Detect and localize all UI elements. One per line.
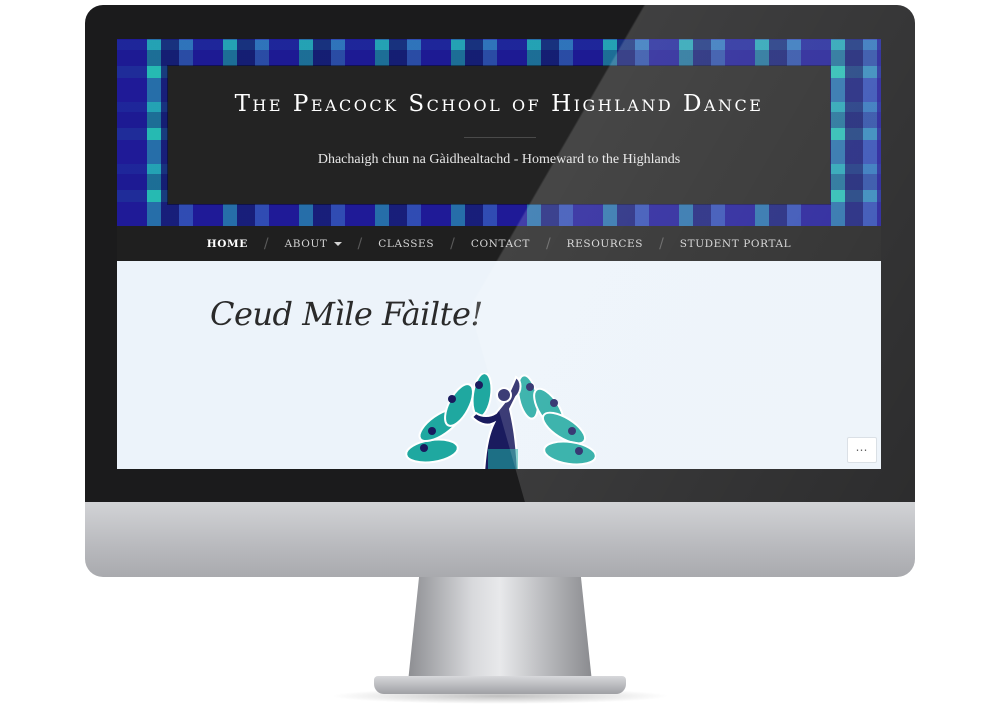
nav-item-about[interactable]: About [285, 238, 342, 250]
nav-item-contact[interactable]: Contact [471, 238, 530, 250]
site-tagline: Dhachaigh chun na Gàidhealtachd - Homewa… [317, 152, 681, 167]
nav-label-classes: Classes [378, 237, 435, 250]
peacock-dancer-logo-icon [405, 373, 596, 469]
title-panel: The Peacock School of Highland Dance Dha… [168, 66, 830, 204]
nav-item-resources[interactable]: Resources [567, 238, 643, 250]
monitor-stand-neck [408, 577, 592, 682]
ellipsis-icon: ⋯ [855, 443, 869, 457]
nav-label-contact: Contact [470, 237, 530, 250]
more-options-button[interactable]: ⋯ [847, 437, 877, 463]
nav-label-resources: Resources [566, 237, 644, 250]
main-navigation: Home / About / Classes / Contact / Resou… [117, 226, 881, 261]
nav-label-about: About [284, 237, 328, 250]
title-divider [464, 137, 536, 138]
nav-item-home[interactable]: Home [207, 238, 248, 250]
nav-separator: / [263, 235, 269, 252]
nav-separator: / [357, 235, 363, 252]
nav-label-home: Home [206, 237, 248, 250]
nav-item-student-portal[interactable]: Student Portal [680, 238, 791, 250]
nav-separator: / [659, 235, 664, 252]
nav-label-student-portal: Student Portal [679, 237, 792, 250]
caret-down-icon [333, 241, 342, 246]
nav-separator: / [450, 235, 455, 252]
page-heading: Ceud Mìle Fàilte! [210, 295, 483, 333]
nav-item-classes[interactable]: Classes [378, 238, 434, 250]
tartan-header-banner: The Peacock School of Highland Dance Dha… [117, 39, 881, 226]
monitor-mockup: The Peacock School of Highland Dance Dha… [0, 0, 1000, 714]
monitor-stand-base [374, 676, 626, 694]
site-title[interactable]: The Peacock School of Highland Dance [168, 91, 830, 117]
main-content: Ceud Mìle Fàilte! ⋯ [117, 261, 881, 469]
nav-separator: / [545, 235, 551, 252]
monitor-chin [85, 502, 915, 577]
website-screen: The Peacock School of Highland Dance Dha… [117, 39, 881, 469]
